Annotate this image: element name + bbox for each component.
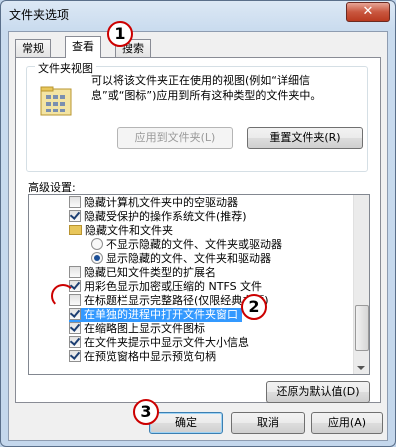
advanced-settings-list[interactable]: 隐藏计算机文件夹中的空驱动器 隐藏受保护的操作系统文件(推荐) 隐藏文件和文件夹… <box>28 194 370 375</box>
list-item-label: 隐藏计算机文件夹中的空驱动器 <box>84 196 238 209</box>
checkbox[interactable] <box>69 322 81 334</box>
radio-button[interactable] <box>91 252 103 264</box>
ok-button[interactable]: 确定 <box>149 412 223 434</box>
tab-view[interactable]: 查看 <box>65 36 101 58</box>
annotation-marker-1: 1 <box>107 21 133 47</box>
scroll-down-arrow-icon[interactable] <box>357 366 365 370</box>
list-item[interactable]: 不显示隐藏的文件、文件夹或驱动器 <box>91 238 282 252</box>
list-item-label: 不显示隐藏的文件、文件夹或驱动器 <box>106 238 282 251</box>
advanced-settings-label: 高级设置: <box>28 181 76 194</box>
list-item[interactable]: 隐藏受保护的操作系统文件(推荐) <box>69 210 247 224</box>
checkbox[interactable] <box>69 266 81 278</box>
reset-folders-button[interactable]: 重置文件夹(R) <box>247 127 363 149</box>
cancel-button[interactable]: 取消 <box>231 412 305 434</box>
annotation-arc <box>51 284 75 308</box>
list-item-selected[interactable]: 在单独的进程中打开文件夹窗口 <box>69 308 242 322</box>
list-item: 隐藏文件和文件夹 <box>69 224 173 238</box>
list-item-label: 在文件夹提示中显示文件大小信息 <box>84 336 249 349</box>
checkbox[interactable] <box>69 308 81 320</box>
list-item[interactable]: 在缩略图上显示文件图标 <box>69 322 205 336</box>
list-item[interactable]: 在预览窗格中显示预览句柄 <box>69 350 216 364</box>
folder-view-group: 文件夹视图 可以将该文件夹正在使用的视图(例如“详细信 息”或“图标”)应用到所… <box>26 60 368 172</box>
list-scrollbar[interactable] <box>353 195 369 374</box>
list-item-label: 在单独的进程中打开文件夹窗口 <box>84 308 238 321</box>
list-item[interactable]: 在标题栏显示完整路径(仅限经典主题) <box>69 294 269 308</box>
list-item-label: 在预览窗格中显示预览句柄 <box>84 350 216 363</box>
list-item[interactable]: 隐藏已知文件类型的扩展名 <box>69 266 216 280</box>
view-tab-panel: 文件夹视图 可以将该文件夹正在使用的视图(例如“详细信 息”或“图标”)应用到所… <box>15 57 381 403</box>
annotation-marker-2: 2 <box>241 294 267 320</box>
list-item[interactable]: 在文件夹提示中显示文件大小信息 <box>69 336 249 350</box>
folder-view-icon <box>40 86 72 116</box>
tab-general[interactable]: 常规 <box>15 39 51 57</box>
radio-button[interactable] <box>91 238 103 250</box>
list-item-label: 显示隐藏的文件、文件夹和驱动器 <box>106 252 271 265</box>
checkbox[interactable] <box>69 336 81 348</box>
list-item-label: 隐藏受保护的操作系统文件(推荐) <box>84 210 247 223</box>
list-item-label: 隐藏文件和文件夹 <box>85 224 173 237</box>
checkbox[interactable] <box>69 196 81 208</box>
list-item-label: 隐藏已知文件类型的扩展名 <box>84 266 216 279</box>
list-item-label: 在缩略图上显示文件图标 <box>84 322 205 335</box>
checkbox[interactable] <box>69 350 81 362</box>
restore-defaults-button[interactable]: 还原为默认值(D) <box>266 381 370 403</box>
annotation-marker-3: 3 <box>133 399 159 425</box>
scrollbar-thumb[interactable] <box>355 305 369 351</box>
apply-button[interactable]: 应用(A) <box>311 412 383 434</box>
folder-icon <box>69 225 82 235</box>
list-item[interactable]: 隐藏计算机文件夹中的空驱动器 <box>69 196 238 210</box>
list-item[interactable]: 用彩色显示加密或压缩的 NTFS 文件 <box>69 280 262 294</box>
apply-to-folders-button[interactable]: 应用到文件夹(L) <box>117 127 233 149</box>
dialog-body: 常规 查看 搜索 文件夹视图 可以将该文件夹正在使用的视图(例如“详细信 息”或… <box>8 31 388 441</box>
title-bar: 文件夹选项 ✕ <box>1 1 395 25</box>
checkbox[interactable] <box>69 210 81 222</box>
list-item[interactable]: 显示隐藏的文件、文件夹和驱动器 <box>91 252 271 266</box>
list-item-label: 用彩色显示加密或压缩的 NTFS 文件 <box>84 280 263 293</box>
folder-view-description: 可以将该文件夹正在使用的视图(例如“详细信 息”或“图标”)应用到所有这种类型的… <box>91 74 322 102</box>
close-button[interactable]: ✕ <box>346 2 390 22</box>
folder-view-legend: 文件夹视图 <box>35 60 96 76</box>
window-title: 文件夹选项 <box>9 8 70 22</box>
folder-options-dialog: 文件夹选项 ✕ 常规 查看 搜索 文件夹视图 可以将该文件夹正在使用的视图(例如… <box>0 0 396 447</box>
